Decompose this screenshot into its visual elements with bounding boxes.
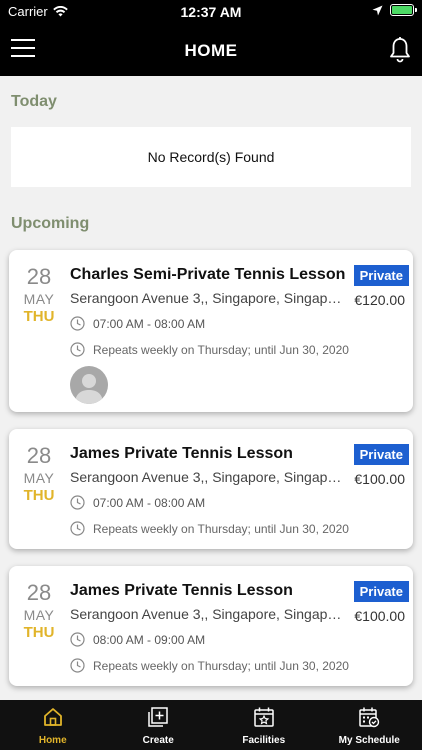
empty-state: No Record(s) Found: [11, 127, 411, 187]
lesson-address: Serangoon Avenue 3,, Singapore, Singapor…: [70, 606, 342, 622]
date-day: 28: [26, 580, 52, 605]
tab-create[interactable]: Create: [106, 700, 212, 750]
battery-level: [392, 6, 412, 14]
lesson-address: Serangoon Avenue 3,, Singapore, Singapor…: [70, 469, 342, 485]
lesson-title: James Private Tennis Lesson: [70, 582, 293, 599]
lesson-card[interactable]: 28 MAY THU James Private Tennis Lesson P…: [9, 429, 413, 549]
private-badge: Private: [353, 444, 409, 465]
lesson-repeat-row: Repeats weekly on Thursday; until Jun 30…: [70, 658, 349, 673]
section-today-label: Today: [11, 93, 57, 110]
date-weekday: THU: [23, 308, 55, 325]
avatar[interactable]: [70, 366, 108, 404]
lesson-time-row: 07:00 AM - 08:00 AM: [70, 495, 205, 510]
lesson-title: Charles Semi-Private Tennis Lesson: [70, 266, 346, 283]
lesson-time: 07:00 AM - 08:00 AM: [93, 495, 206, 510]
lesson-time-row: 08:00 AM - 09:00 AM: [70, 632, 205, 647]
date-month: MAY: [23, 291, 55, 307]
date-block: 28 MAY THU: [9, 443, 69, 505]
bell-icon[interactable]: [388, 36, 412, 64]
status-right: [372, 4, 417, 16]
lesson-address: Serangoon Avenue 3,, Singapore, Singapor…: [70, 290, 342, 306]
date-block: 28 MAY THU: [9, 264, 69, 326]
tab-label: Home: [38, 735, 67, 746]
lesson-repeat-row: Repeats weekly on Thursday; until Jun 30…: [70, 342, 349, 357]
lesson-price: €100.00: [354, 471, 405, 487]
bottom-tab-bar: Home Create Facilities My Schedule: [0, 700, 422, 750]
create-icon: [148, 707, 168, 727]
clock-icon: [70, 521, 85, 536]
empty-state-text: No Record(s) Found: [147, 149, 275, 165]
tab-label: Facilities: [242, 735, 286, 746]
date-day: 28: [26, 264, 52, 289]
lesson-time: 08:00 AM - 09:00 AM: [93, 632, 206, 647]
date-weekday: THU: [23, 487, 55, 504]
lesson-price: €100.00: [354, 608, 405, 624]
lesson-repeat-row: Repeats weekly on Thursday; until Jun 30…: [70, 521, 349, 536]
status-bar: Carrier 12:37 AM: [0, 0, 422, 24]
lesson-time-row: 07:00 AM - 08:00 AM: [70, 316, 205, 331]
battery-icon: [390, 4, 417, 16]
date-block: 28 MAY THU: [9, 580, 69, 642]
tab-home[interactable]: Home: [0, 700, 106, 750]
tab-label: Create: [142, 735, 174, 746]
status-time: 12:37 AM: [180, 4, 242, 20]
lesson-repeat: Repeats weekly on Thursday; until Jun 30…: [93, 342, 349, 357]
date-month: MAY: [23, 470, 55, 486]
home-icon: [43, 708, 62, 726]
clock-icon: [70, 658, 85, 673]
date-weekday: THU: [23, 624, 55, 641]
lesson-repeat: Repeats weekly on Thursday; until Jun 30…: [93, 521, 349, 536]
facilities-icon: [254, 707, 274, 727]
clock-icon: [70, 495, 85, 510]
nav-bar: HOME: [0, 24, 422, 76]
clock-icon: [70, 316, 85, 331]
tab-facilities[interactable]: Facilities: [211, 700, 317, 750]
lesson-card[interactable]: 28 MAY THU James Private Tennis Lesson P…: [9, 566, 413, 686]
date-day: 28: [26, 443, 52, 468]
lesson-card[interactable]: 28 MAY THU Charles Semi-Private Tennis L…: [9, 250, 413, 412]
private-badge: Private: [353, 581, 409, 602]
tab-label: My Schedule: [338, 735, 400, 746]
section-upcoming-label: Upcoming: [11, 215, 90, 232]
lesson-title: James Private Tennis Lesson: [70, 445, 293, 462]
private-badge: Private: [353, 265, 409, 286]
tab-my-schedule[interactable]: My Schedule: [317, 700, 422, 750]
schedule-icon: [359, 707, 380, 728]
lesson-price: €120.00: [354, 292, 405, 308]
user-placeholder-icon: [75, 374, 103, 404]
location-arrow-icon: [372, 5, 383, 15]
lesson-repeat: Repeats weekly on Thursday; until Jun 30…: [93, 658, 349, 673]
page-title: HOME: [184, 41, 238, 60]
lesson-time: 07:00 AM - 08:00 AM: [93, 316, 206, 331]
clock-icon: [70, 632, 85, 647]
clock-icon: [70, 342, 85, 357]
date-month: MAY: [23, 607, 55, 623]
